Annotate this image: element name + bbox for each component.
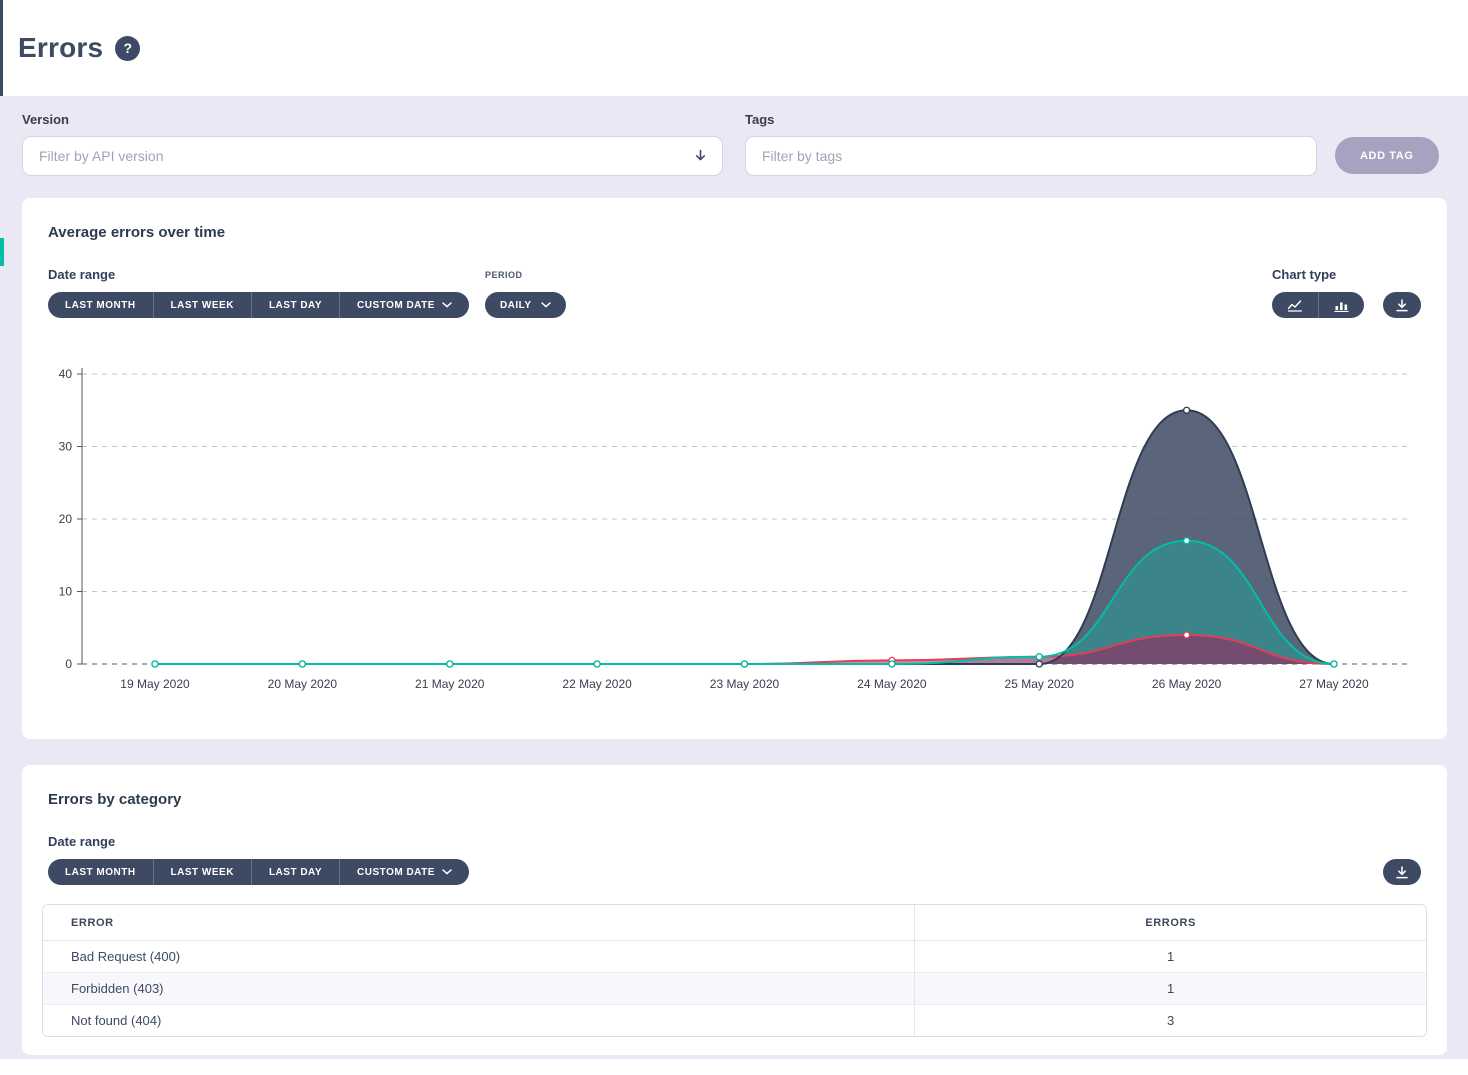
line-chart-icon — [1287, 299, 1303, 312]
svg-text:25 May 2020: 25 May 2020 — [1005, 677, 1075, 691]
svg-text:20 May 2020: 20 May 2020 — [268, 677, 338, 691]
last-day-button[interactable]: LAST DAY — [251, 292, 339, 318]
help-icon[interactable]: ? — [115, 36, 140, 61]
error-count-cell: 3 — [914, 1005, 1426, 1036]
chevron-down-icon — [541, 302, 551, 308]
chart-type-label: Chart type — [1272, 267, 1421, 282]
last-day-button[interactable]: LAST DAY — [251, 859, 339, 885]
period-value: DAILY — [500, 300, 532, 311]
custom-date-button[interactable]: CUSTOM DATE — [339, 292, 469, 318]
bar-chart-icon — [1334, 299, 1349, 312]
custom-date-label: CUSTOM DATE — [357, 300, 435, 311]
svg-text:27 May 2020: 27 May 2020 — [1299, 677, 1369, 691]
version-filter-input[interactable] — [22, 136, 723, 176]
chart-type-buttons — [1272, 292, 1364, 318]
left-edge-accent — [0, 238, 4, 266]
error-name-cell: Bad Request (400) — [43, 941, 914, 973]
errors-over-time-chart: 0 10 20 30 40 19 May 2020 20 May 2020 21 May 20… — [42, 358, 1427, 716]
period-select[interactable]: DAILY — [485, 292, 566, 318]
page-header: Errors ? — [0, 0, 1468, 96]
tags-filter-input[interactable] — [745, 136, 1317, 176]
footer-strip — [0, 1059, 1468, 1075]
average-errors-card: Average errors over time Date range LAST… — [22, 198, 1447, 739]
svg-text:0: 0 — [65, 657, 72, 671]
table-row: Forbidden (403) 1 — [43, 973, 1426, 1005]
bar-chart-type-button[interactable] — [1318, 292, 1364, 318]
download-icon — [1395, 866, 1409, 879]
last-week-button[interactable]: LAST WEEK — [153, 859, 251, 885]
svg-text:30: 30 — [59, 440, 73, 454]
version-label: Version — [22, 112, 723, 127]
last-week-button[interactable]: LAST WEEK — [153, 292, 251, 318]
card-title-errors-by-category: Errors by category — [48, 791, 1427, 808]
svg-text:23 May 2020: 23 May 2020 — [710, 677, 780, 691]
date-range-buttons: LAST MONTH LAST WEEK LAST DAY CUSTOM DAT… — [48, 859, 469, 885]
svg-text:10: 10 — [59, 585, 73, 599]
card-title-average-errors: Average errors over time — [48, 224, 1427, 241]
table-row: Bad Request (400) 1 — [43, 941, 1426, 973]
chevron-down-icon — [442, 869, 452, 875]
line-chart-type-button[interactable] — [1272, 292, 1318, 318]
svg-text:24 May 2020: 24 May 2020 — [857, 677, 927, 691]
tags-filter-group: Tags — [745, 112, 1317, 176]
custom-date-label: CUSTOM DATE — [357, 867, 435, 878]
last-month-button[interactable]: LAST MONTH — [48, 292, 153, 318]
chevron-down-icon — [442, 302, 452, 308]
svg-text:20: 20 — [59, 512, 73, 526]
date-range-label: Date range — [48, 834, 469, 849]
download-icon — [1395, 299, 1409, 312]
add-tag-button[interactable]: ADD TAG — [1335, 137, 1439, 174]
download-chart-button[interactable] — [1383, 292, 1421, 318]
svg-text:26 May 2020: 26 May 2020 — [1152, 677, 1222, 691]
page-title: Errors — [18, 32, 103, 64]
error-name-cell: Not found (404) — [43, 1005, 914, 1036]
period-label: PERIOD — [485, 270, 566, 280]
column-header-error: ERROR — [43, 905, 914, 941]
tags-label: Tags — [745, 112, 1317, 127]
custom-date-button[interactable]: CUSTOM DATE — [339, 859, 469, 885]
svg-text:21 May 2020: 21 May 2020 — [415, 677, 485, 691]
arrow-down-icon[interactable] — [693, 149, 708, 164]
table-row: Not found (404) 3 — [43, 1005, 1426, 1036]
error-name-cell: Forbidden (403) — [43, 973, 914, 1005]
error-count-cell: 1 — [914, 973, 1426, 1005]
download-table-button[interactable] — [1383, 859, 1421, 885]
svg-text:22 May 2020: 22 May 2020 — [562, 677, 632, 691]
column-header-errors: ERRORS — [914, 905, 1426, 941]
filter-bar: Version Tags ADD TAG — [0, 96, 1468, 198]
last-month-button[interactable]: LAST MONTH — [48, 859, 153, 885]
error-count-cell: 1 — [914, 941, 1426, 973]
date-range-label: Date range — [48, 267, 469, 282]
version-filter-group: Version — [22, 112, 723, 176]
svg-text:19 May 2020: 19 May 2020 — [120, 677, 190, 691]
left-edge-bar — [0, 0, 3, 96]
errors-by-category-card: Errors by category Date range LAST MONTH… — [22, 765, 1447, 1055]
errors-by-category-table: ERROR ERRORS Bad Request (400) 1 Forbidd… — [42, 904, 1427, 1037]
date-range-buttons: LAST MONTH LAST WEEK LAST DAY CUSTOM DAT… — [48, 292, 469, 318]
svg-text:40: 40 — [59, 367, 73, 381]
